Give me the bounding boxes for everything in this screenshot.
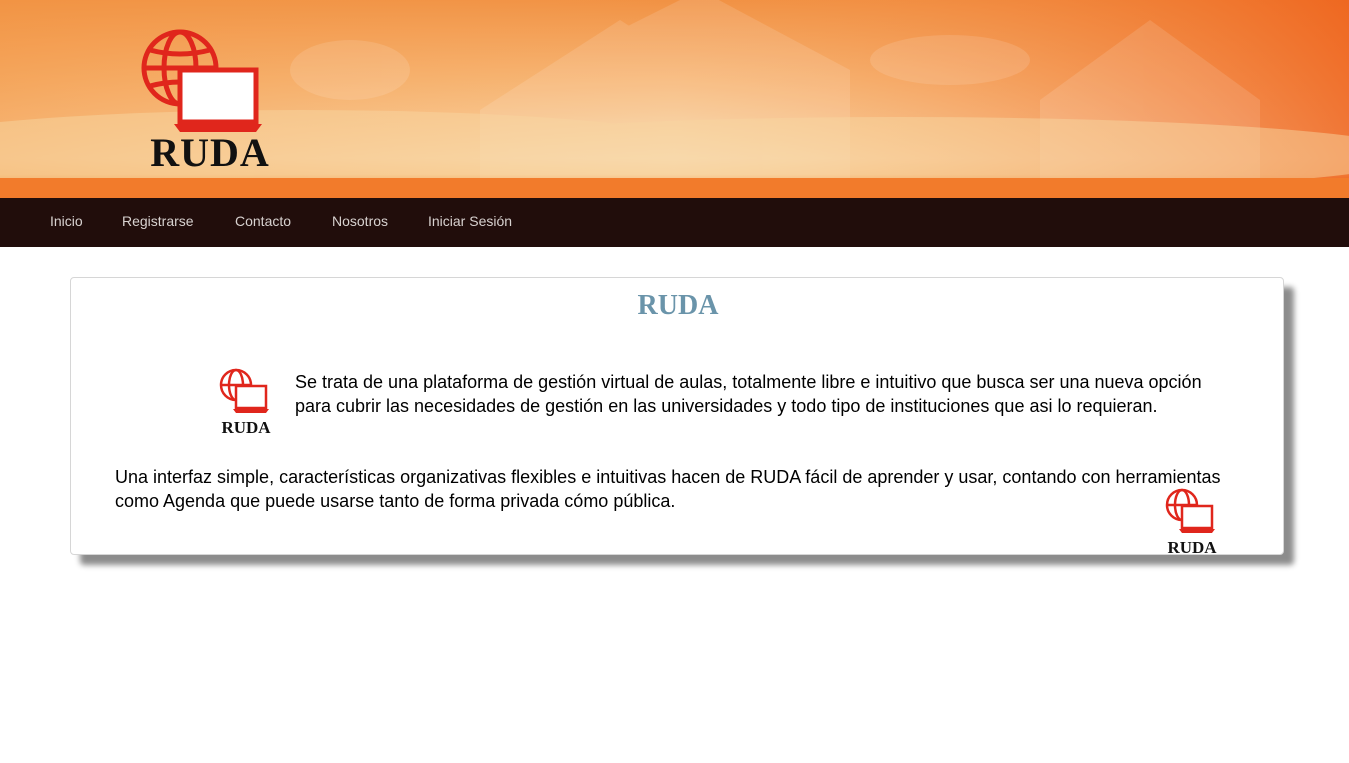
main-navbar: Inicio Registrarse Contacto Nosotros Ini… <box>0 198 1349 247</box>
ruda-logo[interactable]: RUDA <box>140 28 280 172</box>
nav-registrarse[interactable]: Registrarse <box>122 198 194 247</box>
svg-text:RUDA: RUDA <box>1167 538 1217 557</box>
page-title: RUDA <box>637 290 719 321</box>
content-card: RUDA RUDA Se trata de una plataforma de … <box>70 277 1284 557</box>
laptop-icon <box>174 67 262 132</box>
svg-text:RUDA: RUDA <box>221 418 271 437</box>
features-paragraph: Una interfaz simple, características org… <box>115 467 1221 511</box>
laptop-icon <box>233 384 269 413</box>
nav-iniciar-sesion[interactable]: Iniciar Sesión <box>428 198 512 247</box>
ruda-logo-small: RUDA <box>219 368 271 437</box>
laptop-icon <box>1179 504 1215 533</box>
ruda-logo-small-bottom: RUDA <box>1165 488 1217 557</box>
header-banner: RUDA <box>0 0 1349 198</box>
svg-text:RUDA: RUDA <box>150 130 270 172</box>
nav-nosotros[interactable]: Nosotros <box>332 198 388 247</box>
intro-paragraph: Se trata de una plataforma de gestión vi… <box>295 372 1202 416</box>
nav-inicio[interactable]: Inicio <box>50 198 83 247</box>
nav-contacto[interactable]: Contacto <box>235 198 291 247</box>
